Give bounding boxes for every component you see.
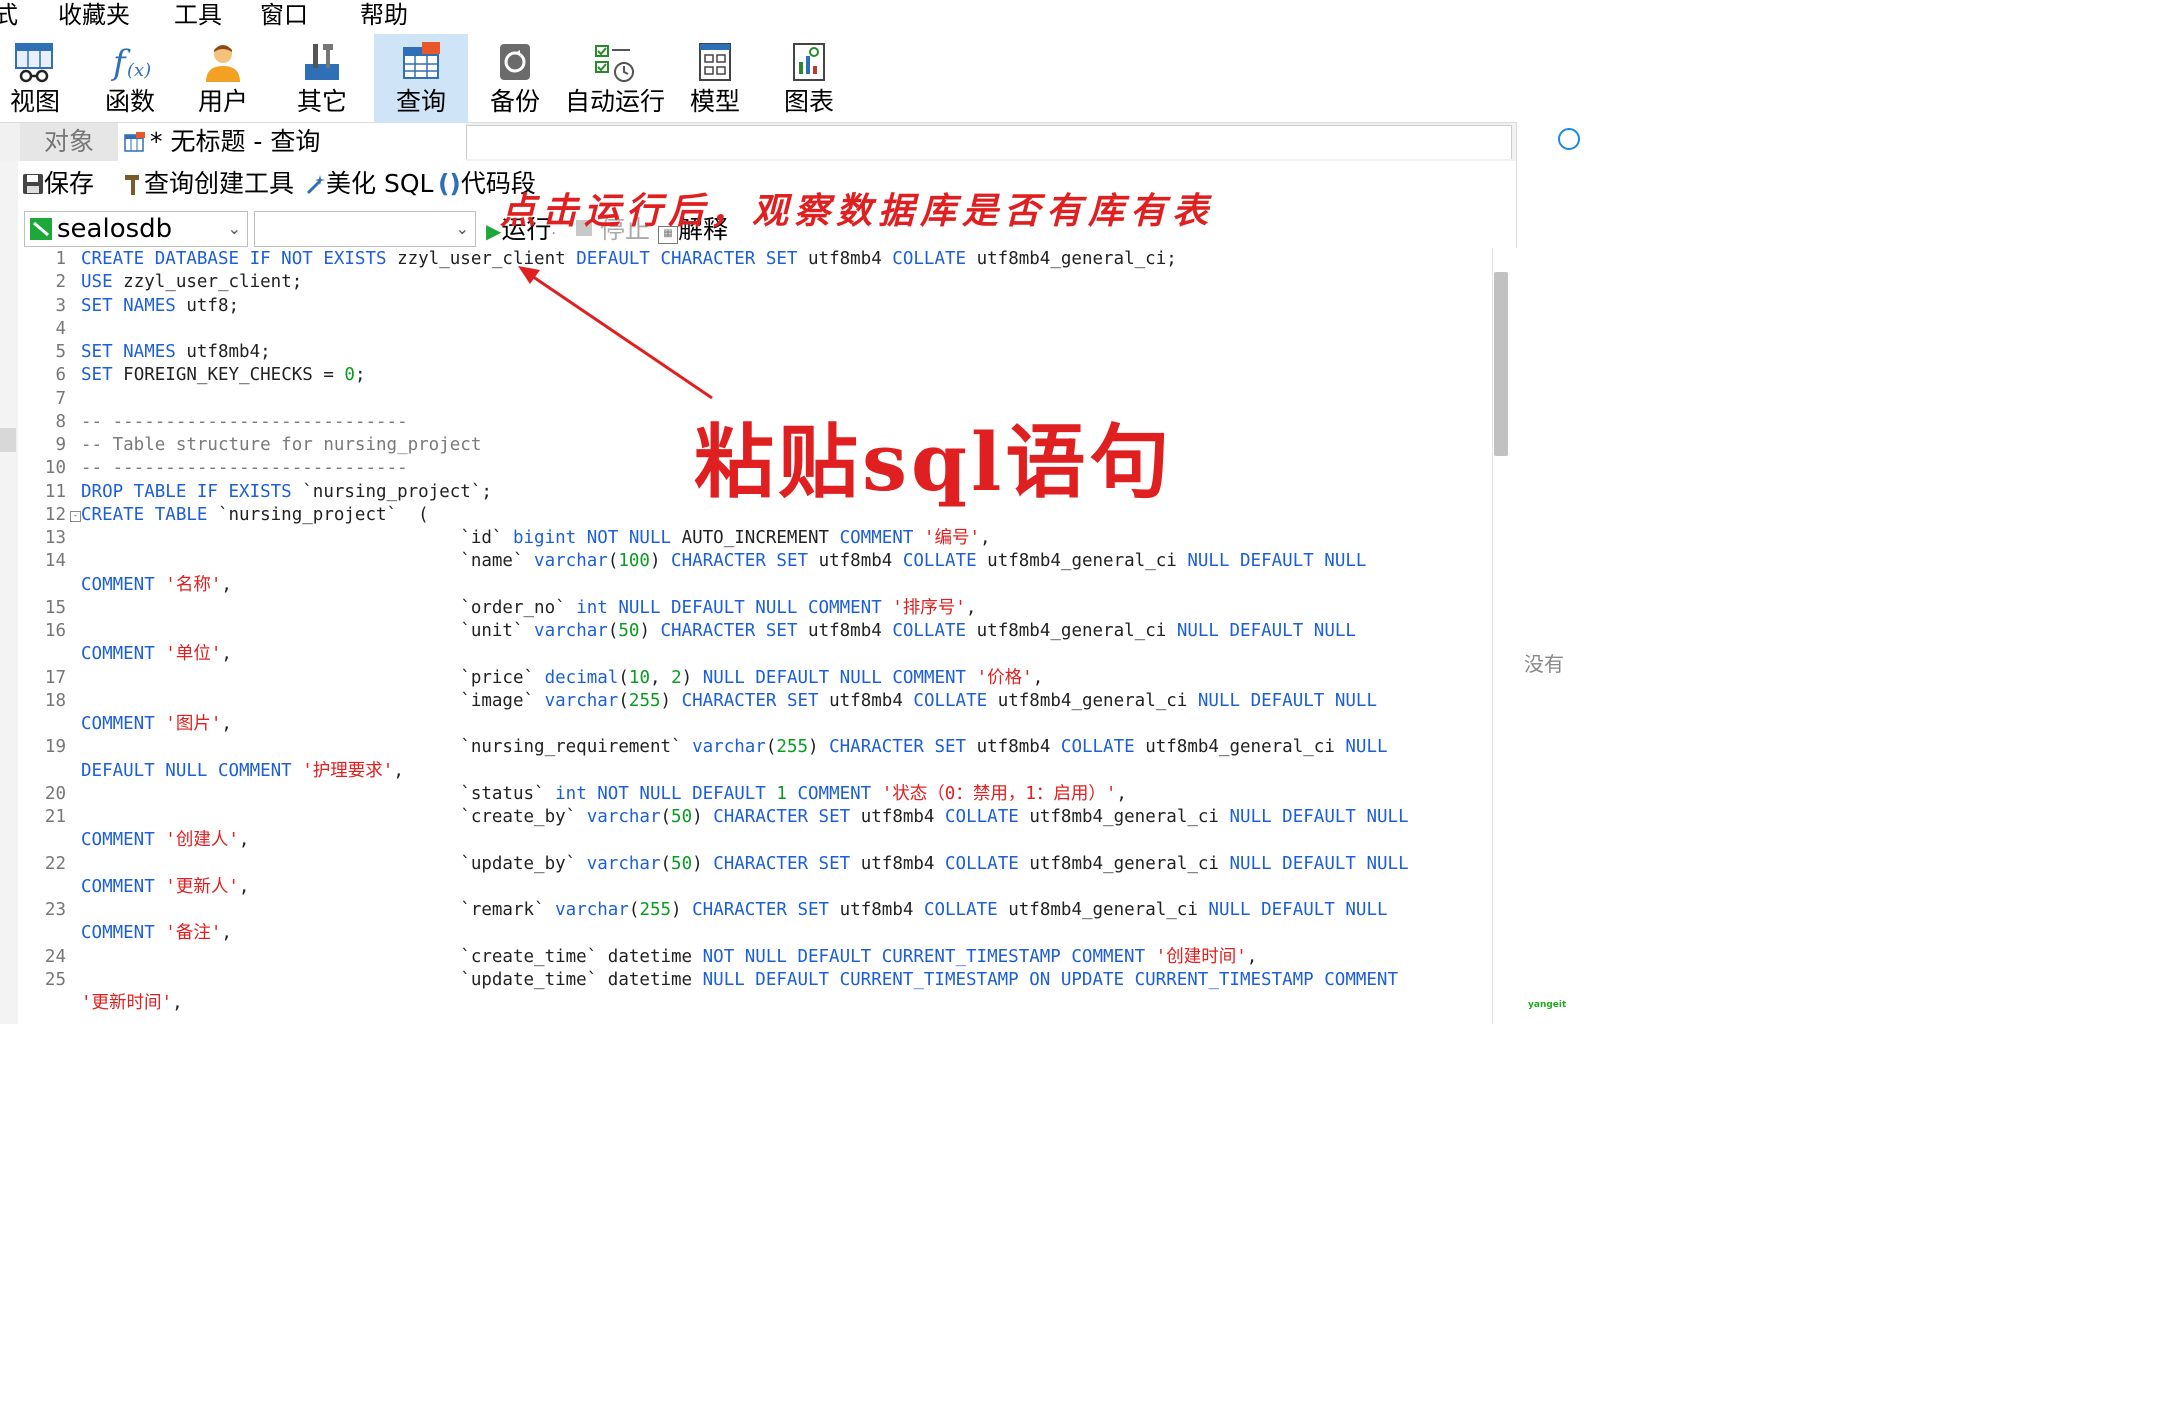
watermark: yangeit [1528,1000,1567,1010]
annotation-run-hint: 点击运行后，观察数据库是否有库有表 [500,190,1215,232]
annotation-paste-sql: 粘贴sql语句 [694,415,1174,509]
